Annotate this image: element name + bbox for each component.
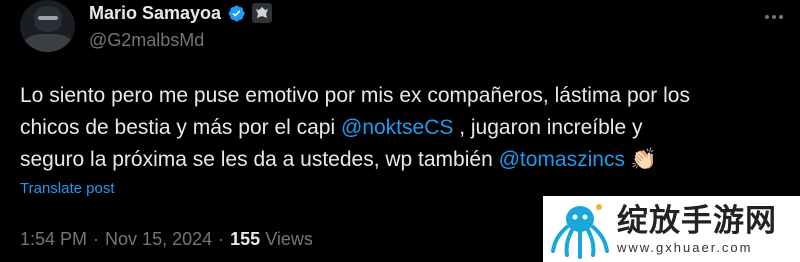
tweet-line-1: Lo siento pero me puse emotivo por mis e… bbox=[20, 84, 690, 107]
meta-separator: · bbox=[93, 229, 100, 249]
author-display-name[interactable]: Mario Samayoa bbox=[89, 3, 221, 24]
clapping-hands-emoji: 👏🏻 bbox=[630, 148, 657, 171]
author-avatar[interactable] bbox=[20, 0, 75, 52]
tweet-text-segment: seguro la próxima se les da a ustedes, w… bbox=[20, 148, 499, 171]
tweet-text: Lo siento pero me puse emotivo por mis e… bbox=[20, 80, 790, 176]
tweet-line-3: seguro la próxima se les da a ustedes, w… bbox=[20, 144, 790, 176]
author-handle[interactable]: @G2malbsMd bbox=[89, 30, 204, 51]
octopus-logo-icon bbox=[551, 204, 609, 259]
tweet-text-segment: , jugaron increíble y bbox=[453, 116, 643, 139]
mention-link-tomaszin[interactable]: @tomaszincs bbox=[499, 148, 625, 171]
post-date[interactable]: Nov 15, 2024 bbox=[105, 229, 212, 250]
site-watermark: 绽放手游网 www.gxhuaer.com bbox=[543, 196, 800, 262]
tweet-line-2: chicos de bestia y más por el capi @nokt… bbox=[20, 112, 790, 144]
tweet-text-segment: chicos de bestia y más por el capi bbox=[20, 116, 341, 139]
translate-post-link[interactable]: Translate post bbox=[20, 180, 115, 197]
more-options-icon[interactable] bbox=[765, 10, 787, 24]
verified-badge-icon[interactable] bbox=[227, 4, 246, 23]
tweet-metadata: 1:54 PM · Nov 15, 2024 · 155 Views bbox=[20, 229, 313, 250]
avatar-glasses bbox=[38, 16, 58, 20]
author-name-row: Mario Samayoa bbox=[89, 2, 273, 24]
avatar-shirt bbox=[24, 34, 72, 52]
affiliate-badge-icon[interactable] bbox=[252, 3, 273, 23]
view-count[interactable]: 155 Views bbox=[230, 229, 313, 250]
view-count-label: Views bbox=[265, 229, 313, 249]
view-count-number: 155 bbox=[230, 229, 261, 249]
watermark-text: 绽放手游网 www.gxhuaer.com bbox=[617, 204, 777, 255]
meta-separator: · bbox=[218, 229, 225, 249]
watermark-brand: 绽放手游网 bbox=[617, 202, 777, 239]
post-time[interactable]: 1:54 PM bbox=[20, 229, 87, 250]
watermark-url: www.gxhuaer.com bbox=[617, 239, 753, 255]
mention-link-noktse[interactable]: @noktseCS bbox=[341, 116, 453, 139]
